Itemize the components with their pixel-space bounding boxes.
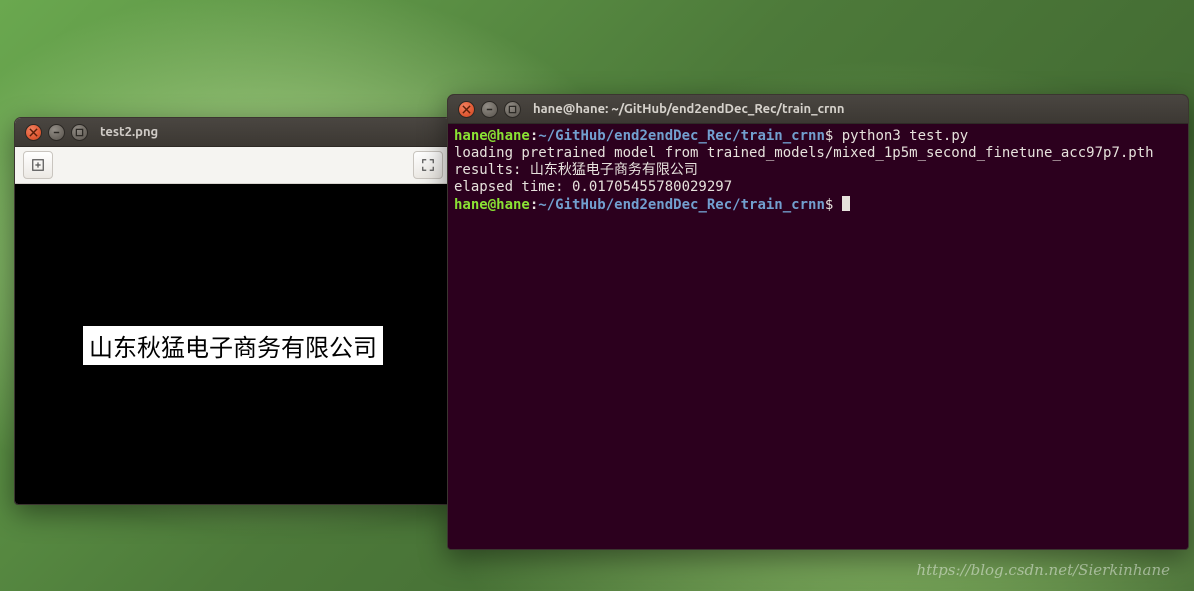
terminal-titlebar[interactable]: hane@hane: ~/GitHub/end2endDec_Rec/train… bbox=[448, 95, 1188, 124]
prompt-user: hane@hane bbox=[454, 128, 530, 144]
prompt-path: ~/GitHub/end2endDec_Rec/train_crnn bbox=[538, 197, 825, 213]
fullscreen-button[interactable] bbox=[413, 151, 443, 179]
output-line-2-value: 山东秋猛电子商务有限公司 bbox=[530, 162, 698, 178]
terminal-cursor bbox=[842, 196, 850, 211]
prompt-user: hane@hane bbox=[454, 197, 530, 213]
terminal-title: hane@hane: ~/GitHub/end2endDec_Rec/train… bbox=[533, 102, 845, 116]
minimize-icon[interactable] bbox=[481, 101, 498, 118]
command-line-1: python3 test.py bbox=[833, 128, 968, 144]
output-line-3: elapsed time: 0.01705455780029297 bbox=[454, 179, 732, 195]
zoom-fit-button[interactable] bbox=[23, 151, 53, 179]
maximize-icon[interactable] bbox=[504, 101, 521, 118]
image-viewer-title: test2.png bbox=[100, 125, 158, 139]
prompt-dollar: $ bbox=[825, 197, 833, 213]
image-viewer-window: test2.png 山东秋猛电子商务有限公司 bbox=[14, 117, 452, 505]
output-line-2-label: results: bbox=[454, 162, 530, 178]
terminal-window: hane@hane: ~/GitHub/end2endDec_Rec/train… bbox=[447, 94, 1189, 550]
close-icon[interactable] bbox=[25, 124, 42, 141]
ocr-sample-text: 山东秋猛电子商务有限公司 bbox=[83, 326, 383, 365]
maximize-icon[interactable] bbox=[71, 124, 88, 141]
output-line-1: loading pretrained model from trained_mo… bbox=[454, 145, 1154, 161]
image-viewer-titlebar[interactable]: test2.png bbox=[15, 118, 451, 147]
minimize-icon[interactable] bbox=[48, 124, 65, 141]
watermark: https://blog.csdn.net/Sierkinhane bbox=[916, 561, 1170, 579]
desktop: test2.png 山东秋猛电子商务有限公司 hane@hane: bbox=[0, 0, 1194, 591]
terminal-body[interactable]: hane@hane:~/GitHub/end2endDec_Rec/train_… bbox=[448, 124, 1188, 550]
image-viewer-toolbar bbox=[15, 147, 451, 184]
close-icon[interactable] bbox=[458, 101, 475, 118]
prompt-path: ~/GitHub/end2endDec_Rec/train_crnn bbox=[538, 128, 825, 144]
image-canvas[interactable]: 山东秋猛电子商务有限公司 bbox=[15, 184, 451, 505]
